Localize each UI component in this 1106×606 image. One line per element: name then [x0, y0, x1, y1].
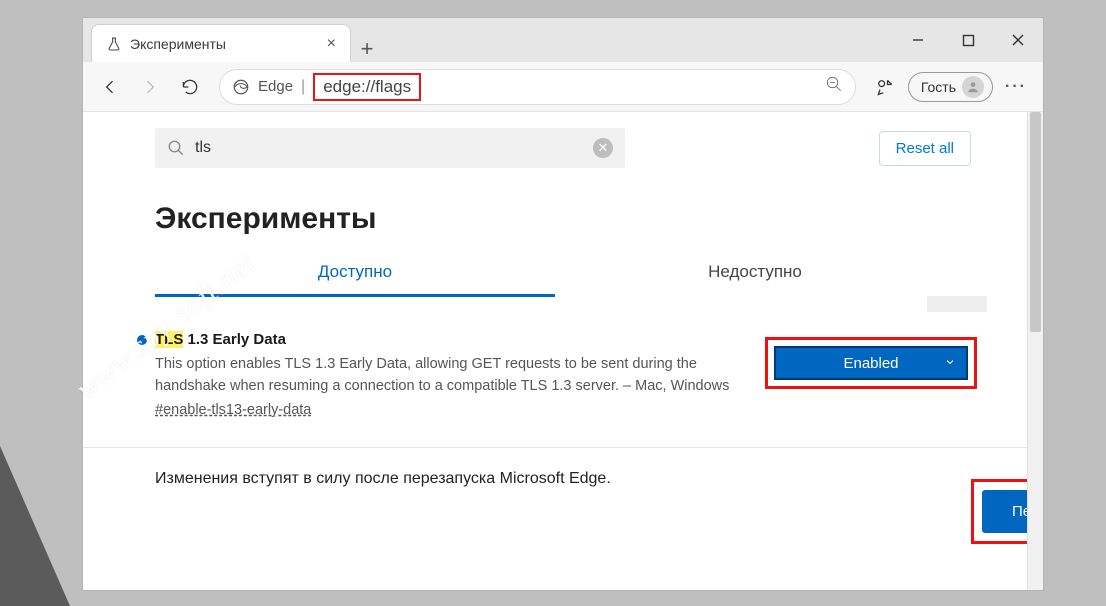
zoom-out-icon[interactable] — [825, 75, 843, 98]
close-tab-icon[interactable]: × — [327, 35, 336, 53]
titlebar: Эксперименты × + — [83, 18, 1043, 62]
browser-window: Эксперименты × + Edge | edge://flags Гос… — [82, 17, 1044, 591]
minimize-button[interactable] — [893, 18, 943, 62]
flag-state-select[interactable]: Enabled — [774, 346, 968, 380]
flag-title-rest: 1.3 Early Data — [183, 331, 286, 348]
flag-item: TLS 1.3 Early Data This option enables T… — [83, 297, 1027, 448]
clear-search-icon[interactable]: ✕ — [593, 138, 613, 158]
omnibox-separator: | — [301, 78, 305, 96]
page-content: ✕ Reset all Эксперименты Доступно Недост… — [83, 112, 1027, 590]
refresh-button[interactable] — [173, 70, 207, 104]
decorative-triangle — [0, 446, 70, 606]
collections-icon[interactable] — [868, 70, 902, 104]
back-button[interactable] — [93, 70, 127, 104]
restart-bar: Изменения вступят в силу после перезапус… — [83, 448, 1027, 510]
flag-anchor[interactable]: #enable-tls13-early-data — [155, 402, 311, 418]
restart-button[interactable]: Перезапуск — [982, 490, 1027, 533]
search-input[interactable] — [195, 139, 583, 157]
omnibox-label: Edge — [258, 78, 293, 95]
select-value: Enabled — [843, 355, 898, 372]
new-tab-button[interactable]: + — [351, 36, 383, 62]
forward-button[interactable] — [133, 70, 167, 104]
browser-tab[interactable]: Эксперименты × — [91, 24, 351, 62]
flag-description: This option enables TLS 1.3 Early Data, … — [155, 354, 745, 398]
flask-icon — [106, 36, 122, 52]
scrollbar[interactable] — [1027, 112, 1043, 590]
url-highlight-box: edge://flags — [313, 73, 421, 101]
restart-message: Изменения вступят в силу после перезапус… — [155, 470, 611, 488]
chevron-down-icon — [944, 355, 956, 372]
scroll-thumb[interactable] — [1030, 112, 1041, 332]
tab-available[interactable]: Доступно — [155, 250, 555, 297]
tab-unavailable[interactable]: Недоступно — [555, 250, 955, 297]
profile-button[interactable]: Гость — [908, 72, 993, 102]
window-controls — [893, 18, 1043, 62]
highlight-box-restart: Перезапуск — [971, 479, 1027, 544]
reset-all-button[interactable]: Reset all — [879, 131, 971, 166]
highlight-box-select: Enabled — [765, 337, 977, 389]
loading-placeholder — [927, 296, 987, 312]
omnibox[interactable]: Edge | edge://flags — [219, 69, 856, 105]
profile-label: Гость — [921, 79, 956, 95]
close-window-button[interactable] — [993, 18, 1043, 62]
tabs: Доступно Недоступно — [155, 250, 955, 297]
address-bar: Edge | edge://flags Гость ··· — [83, 62, 1043, 112]
more-menu-button[interactable]: ··· — [999, 78, 1033, 96]
url-text: edge://flags — [323, 77, 411, 96]
search-field[interactable]: ✕ — [155, 128, 625, 168]
page-title: Эксперименты — [155, 202, 1027, 236]
flag-title: TLS 1.3 Early Data — [155, 331, 745, 348]
maximize-button[interactable] — [943, 18, 993, 62]
edge-logo-icon — [232, 78, 250, 96]
search-icon — [167, 139, 185, 157]
modified-dot-icon — [137, 335, 147, 345]
avatar-icon — [962, 76, 984, 98]
flag-title-highlight: TLS — [155, 331, 183, 348]
tab-title: Эксперименты — [130, 36, 319, 52]
